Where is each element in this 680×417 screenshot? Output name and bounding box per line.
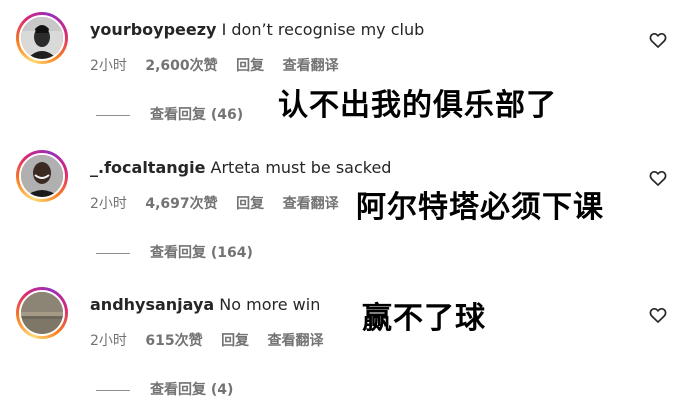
view-replies-label: 查看回复 (164): [150, 245, 253, 261]
avatar: [19, 153, 65, 199]
comment-username[interactable]: yourboypeezy: [90, 20, 216, 39]
replies-divider: [96, 114, 130, 116]
reply-button[interactable]: 回复: [221, 333, 249, 349]
comment-text: No more win: [219, 295, 321, 314]
avatar-story-ring[interactable]: [16, 287, 68, 339]
translation-caption: 阿尔特塔必须下课: [356, 190, 604, 225]
heart-outline-icon[interactable]: [648, 30, 668, 50]
view-replies-button[interactable]: 查看回复 (46): [96, 104, 243, 124]
comment-time: 2小时: [90, 196, 127, 212]
translate-button[interactable]: 查看翻译: [268, 333, 324, 349]
comment-username[interactable]: andhysanjaya: [90, 295, 214, 314]
avatar: [19, 290, 65, 336]
view-replies-label: 查看回复 (4): [150, 382, 234, 398]
translate-button[interactable]: 查看翻译: [283, 196, 339, 212]
view-replies-label: 查看回复 (46): [150, 107, 244, 123]
heart-outline-icon[interactable]: [648, 305, 668, 325]
comment-text: I don’t recognise my club: [221, 20, 425, 39]
comment-line: yourboypeezy I don’t recognise my club: [90, 20, 424, 39]
view-replies-button[interactable]: 查看回复 (4): [96, 379, 233, 399]
heart-outline-icon[interactable]: [648, 168, 668, 188]
comment-line: _.focaltangie Arteta must be sacked: [90, 158, 391, 177]
view-replies-button[interactable]: 查看回复 (164): [96, 242, 253, 262]
comment-item: _.focaltangie Arteta must be sacked 2小时 …: [0, 138, 680, 268]
comment-meta: 2小时 2,600次赞 回复 查看翻译: [90, 55, 353, 75]
comment-likes[interactable]: 615次赞: [145, 333, 202, 349]
reply-button[interactable]: 回复: [236, 58, 264, 74]
comment-item: yourboypeezy I don’t recognise my club 2…: [0, 0, 680, 130]
reply-button[interactable]: 回复: [236, 196, 264, 212]
avatar-story-ring[interactable]: [16, 150, 68, 202]
translation-caption: 认不出我的俱乐部了: [278, 88, 557, 123]
comment-username[interactable]: _.focaltangie: [90, 158, 205, 177]
replies-divider: [96, 389, 130, 391]
comment-likes[interactable]: 2,600次赞: [145, 58, 217, 74]
avatar-story-ring[interactable]: [16, 12, 68, 64]
comment-time: 2小时: [90, 58, 127, 74]
translate-button[interactable]: 查看翻译: [283, 58, 339, 74]
comment-meta: 2小时 615次赞 回复 查看翻译: [90, 330, 338, 350]
avatar: [19, 15, 65, 61]
comment-meta: 2小时 4,697次赞 回复 查看翻译: [90, 193, 353, 213]
comment-text: Arteta must be sacked: [210, 158, 392, 177]
comment-likes[interactable]: 4,697次赞: [145, 196, 217, 212]
comment-item: andhysanjaya No more win 2小时 615次赞 回复 查看…: [0, 275, 680, 405]
comment-time: 2小时: [90, 333, 127, 349]
comment-line: andhysanjaya No more win: [90, 295, 320, 314]
replies-divider: [96, 252, 130, 254]
translation-caption: 赢不了球: [362, 301, 486, 336]
